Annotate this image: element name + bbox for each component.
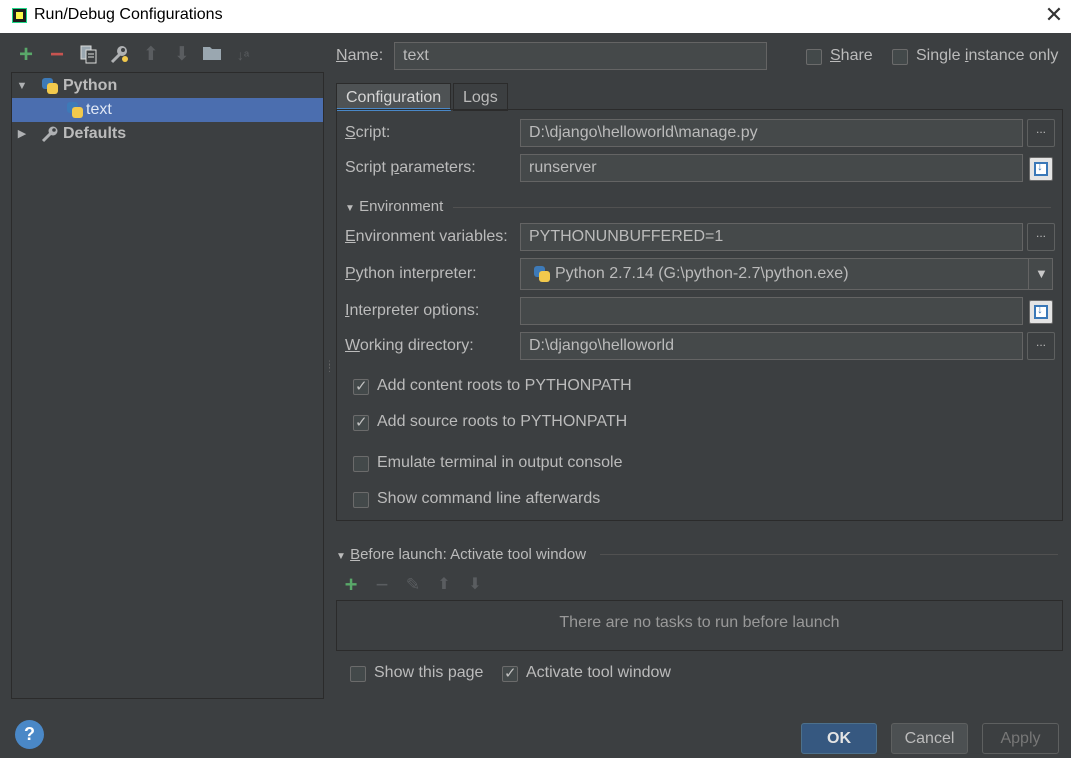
before-launch-header[interactable]: ▼ Before launch: Activate tool window — [336, 546, 586, 563]
defaults-wrench-icon — [40, 122, 60, 152]
script-label: Script: — [345, 124, 391, 141]
browse-script-button[interactable]: ... — [1027, 119, 1055, 147]
tree-label-defaults: Defaults — [63, 125, 127, 142]
show-command-line-label: Show command line afterwards — [377, 490, 601, 507]
emulate-terminal-label: Emulate terminal in output console — [377, 454, 623, 471]
collapse-arrow-icon[interactable]: ▶ — [16, 122, 28, 146]
tree-node-defaults[interactable]: ▶ Defaults — [12, 122, 323, 146]
remove-icon[interactable]: − — [46, 43, 68, 67]
show-this-page-label: Show this page — [374, 664, 484, 681]
script-parameters-field[interactable]: runserver — [520, 154, 1023, 182]
browse-working-directory-button[interactable]: ... — [1027, 332, 1055, 360]
activate-tool-window-checkbox[interactable] — [502, 664, 518, 682]
cancel-button[interactable]: Cancel — [891, 723, 968, 754]
section-toggle-icon[interactable]: ▼ — [336, 551, 346, 562]
python-icon — [533, 265, 551, 283]
interpreter-options-label: Interpreter options: — [345, 302, 480, 319]
activate-tool-window-label: Activate tool window — [526, 664, 671, 681]
environment-section-header[interactable]: ▼ Environment — [345, 198, 443, 215]
move-down-icon: ⬇ — [174, 44, 190, 65]
environment-variables-field[interactable]: PYTHONUNBUFFERED=1 — [520, 223, 1023, 251]
share-checkbox[interactable] — [806, 49, 822, 65]
tree-node-text[interactable]: text — [12, 98, 323, 122]
close-icon[interactable]: ✕ — [1044, 2, 1064, 28]
move-task-down-icon: ⬇ — [468, 576, 482, 593]
apply-button[interactable]: Apply — [982, 723, 1059, 754]
move-task-up-icon: ⬆ — [437, 576, 451, 593]
environment-variables-label: Environment variables: — [345, 228, 508, 245]
name-label: Name: — [336, 47, 384, 64]
emulate-terminal-checkbox[interactable] — [353, 456, 369, 472]
script-path-field[interactable]: D:\django\helloworld\manage.py — [520, 119, 1023, 147]
sort-icon: ↓ᵃ — [236, 47, 250, 63]
tree-node-python[interactable]: ▼ Python — [12, 74, 323, 98]
single-instance-label: Single instance only — [916, 47, 1059, 64]
expand-interpreter-options-icon[interactable] — [1029, 300, 1053, 324]
copy-icon[interactable] — [78, 44, 100, 66]
ok-button[interactable]: OK — [801, 723, 877, 754]
tree-label-text: text — [86, 101, 112, 118]
source-roots-label: Add source roots to PYTHONPATH — [377, 413, 628, 430]
add-icon[interactable]: + — [15, 43, 37, 67]
tab-logs[interactable]: Logs — [453, 83, 508, 111]
source-roots-checkbox[interactable] — [353, 413, 369, 431]
help-icon[interactable]: ? — [15, 720, 44, 749]
add-task-icon[interactable]: + — [340, 574, 362, 596]
content-roots-label: Add content roots to PYTHONPATH — [377, 377, 632, 394]
name-field[interactable]: text — [394, 42, 767, 70]
remove-task-icon: − — [375, 572, 389, 597]
configuration-tree[interactable]: ▼ Python text ▶ Defaults — [11, 72, 324, 699]
section-separator — [600, 554, 1058, 555]
tab-configuration[interactable]: Configuration — [336, 83, 452, 111]
pycharm-logo-icon — [12, 8, 27, 23]
splitter-handle[interactable]: ⋮ ⋮ — [325, 360, 334, 380]
working-directory-label: Working directory: — [345, 337, 474, 354]
before-launch-task-list[interactable]: There are no tasks to run before launch — [336, 600, 1063, 651]
chevron-down-icon[interactable]: ▼ — [1035, 259, 1048, 289]
expand-arrow-icon[interactable]: ▼ — [16, 74, 28, 98]
empty-tasks-message: There are no tasks to run before launch — [559, 614, 840, 631]
tree-label-python: Python — [63, 77, 118, 94]
wrench-icon[interactable] — [108, 44, 130, 66]
script-parameters-label: Script parameters: — [345, 159, 476, 176]
window-title: Run/Debug Configurations — [34, 6, 223, 23]
folder-icon[interactable] — [201, 44, 223, 66]
single-instance-checkbox[interactable] — [892, 49, 908, 65]
show-command-line-checkbox[interactable] — [353, 492, 369, 508]
expand-parameters-icon[interactable] — [1029, 157, 1053, 181]
edit-task-icon: ✎ — [405, 575, 421, 594]
show-this-page-checkbox[interactable] — [350, 666, 366, 682]
python-interpreter-label: Python interpreter: — [345, 265, 477, 282]
interpreter-options-field[interactable] — [520, 297, 1023, 325]
move-up-icon: ⬆ — [143, 44, 159, 65]
title-bar: Run/Debug Configurations ✕ — [0, 0, 1071, 33]
python-interpreter-select[interactable]: Python 2.7.14 (G:\python-2.7\python.exe)… — [520, 258, 1053, 290]
section-toggle-icon[interactable]: ▼ — [345, 203, 355, 214]
python-interpreter-value: Python 2.7.14 (G:\python-2.7\python.exe) — [555, 265, 849, 282]
python-icon — [66, 101, 84, 119]
working-directory-field[interactable]: D:\django\helloworld — [520, 332, 1023, 360]
content-roots-checkbox[interactable] — [353, 377, 369, 395]
share-label: Share — [830, 47, 873, 64]
edit-env-vars-button[interactable]: ... — [1027, 223, 1055, 251]
python-icon — [41, 77, 59, 95]
section-separator — [453, 207, 1051, 208]
